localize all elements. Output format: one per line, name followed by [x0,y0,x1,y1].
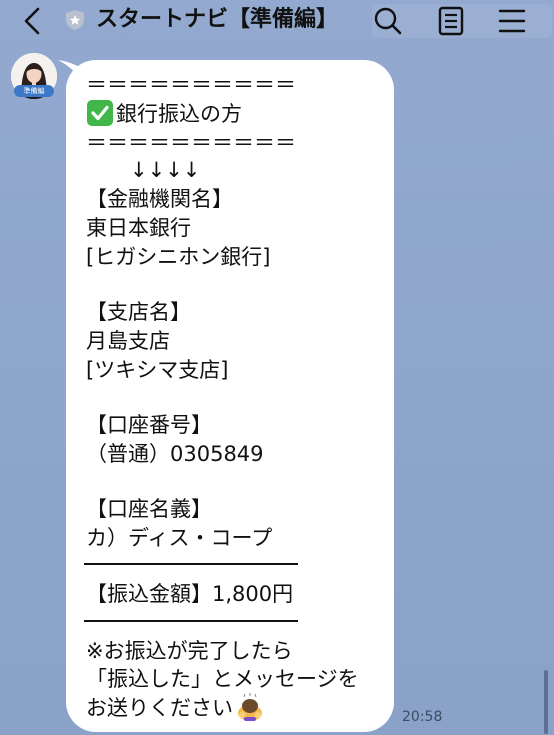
back-button[interactable] [16,6,48,36]
avatar-badge: 準備編 [14,85,54,97]
holder-name: カ）ディス・コープ [86,526,273,550]
message-bubble[interactable] [66,60,394,732]
official-shield-icon [66,10,84,30]
menu-button[interactable] [495,4,529,38]
hamburger-menu-icon [498,9,526,33]
amount-line: 【振込金額】1,800円 [86,582,294,606]
divider-top-text: ＝＝＝＝＝＝＝＝＝＝ [86,73,296,97]
notes-button[interactable] [434,4,468,38]
search-icon [374,7,402,35]
notes-icon [438,6,464,36]
note-line: ※お振込が完了したら [86,639,293,663]
divider-line [84,620,298,622]
bank-kana: [ヒガシニホン銀行] [86,245,271,269]
arrows-text: ↓↓↓↓ [130,158,201,182]
heading-line: 銀行振込の方 [86,100,242,128]
scrollbar[interactable] [544,670,548,734]
chevron-left-icon [24,7,40,35]
branch-name: 月島支店 [86,329,170,353]
account-label: 【口座番号】 [86,413,212,437]
account-number: （普通）0305849 [86,442,264,466]
chat-screen: スタートナビ【準備編】 準備編 ＝＝＝＝＝＝＝＝＝＝ 銀行振込の方 ＝＝＝＝＝＝… [0,0,554,735]
chat-header: スタートナビ【準備編】 [0,0,554,42]
branch-kana: [ツキシマ支店] [86,358,229,382]
heading-text: 銀行振込の方 [116,102,242,126]
check-mark-icon [87,100,113,126]
note-line-text: お送りください [86,696,233,720]
holder-label: 【口座名義】 [86,497,212,521]
note-line: 「振込した」とメッセージを [86,667,359,691]
divider-line [84,563,298,565]
bowing-person-emoji-icon [238,693,262,721]
message-timestamp: 20:58 [402,709,443,725]
branch-label: 【支店名】 [86,300,191,324]
search-button[interactable] [371,4,405,38]
chat-title: スタートナビ【準備編】 [96,7,339,32]
note-line-last: お送りください [86,693,265,722]
divider-bottom-text: ＝＝＝＝＝＝＝＝＝＝ [86,131,296,155]
bank-label: 【金融機関名】 [86,187,233,211]
bank-name: 東日本銀行 [86,216,191,240]
